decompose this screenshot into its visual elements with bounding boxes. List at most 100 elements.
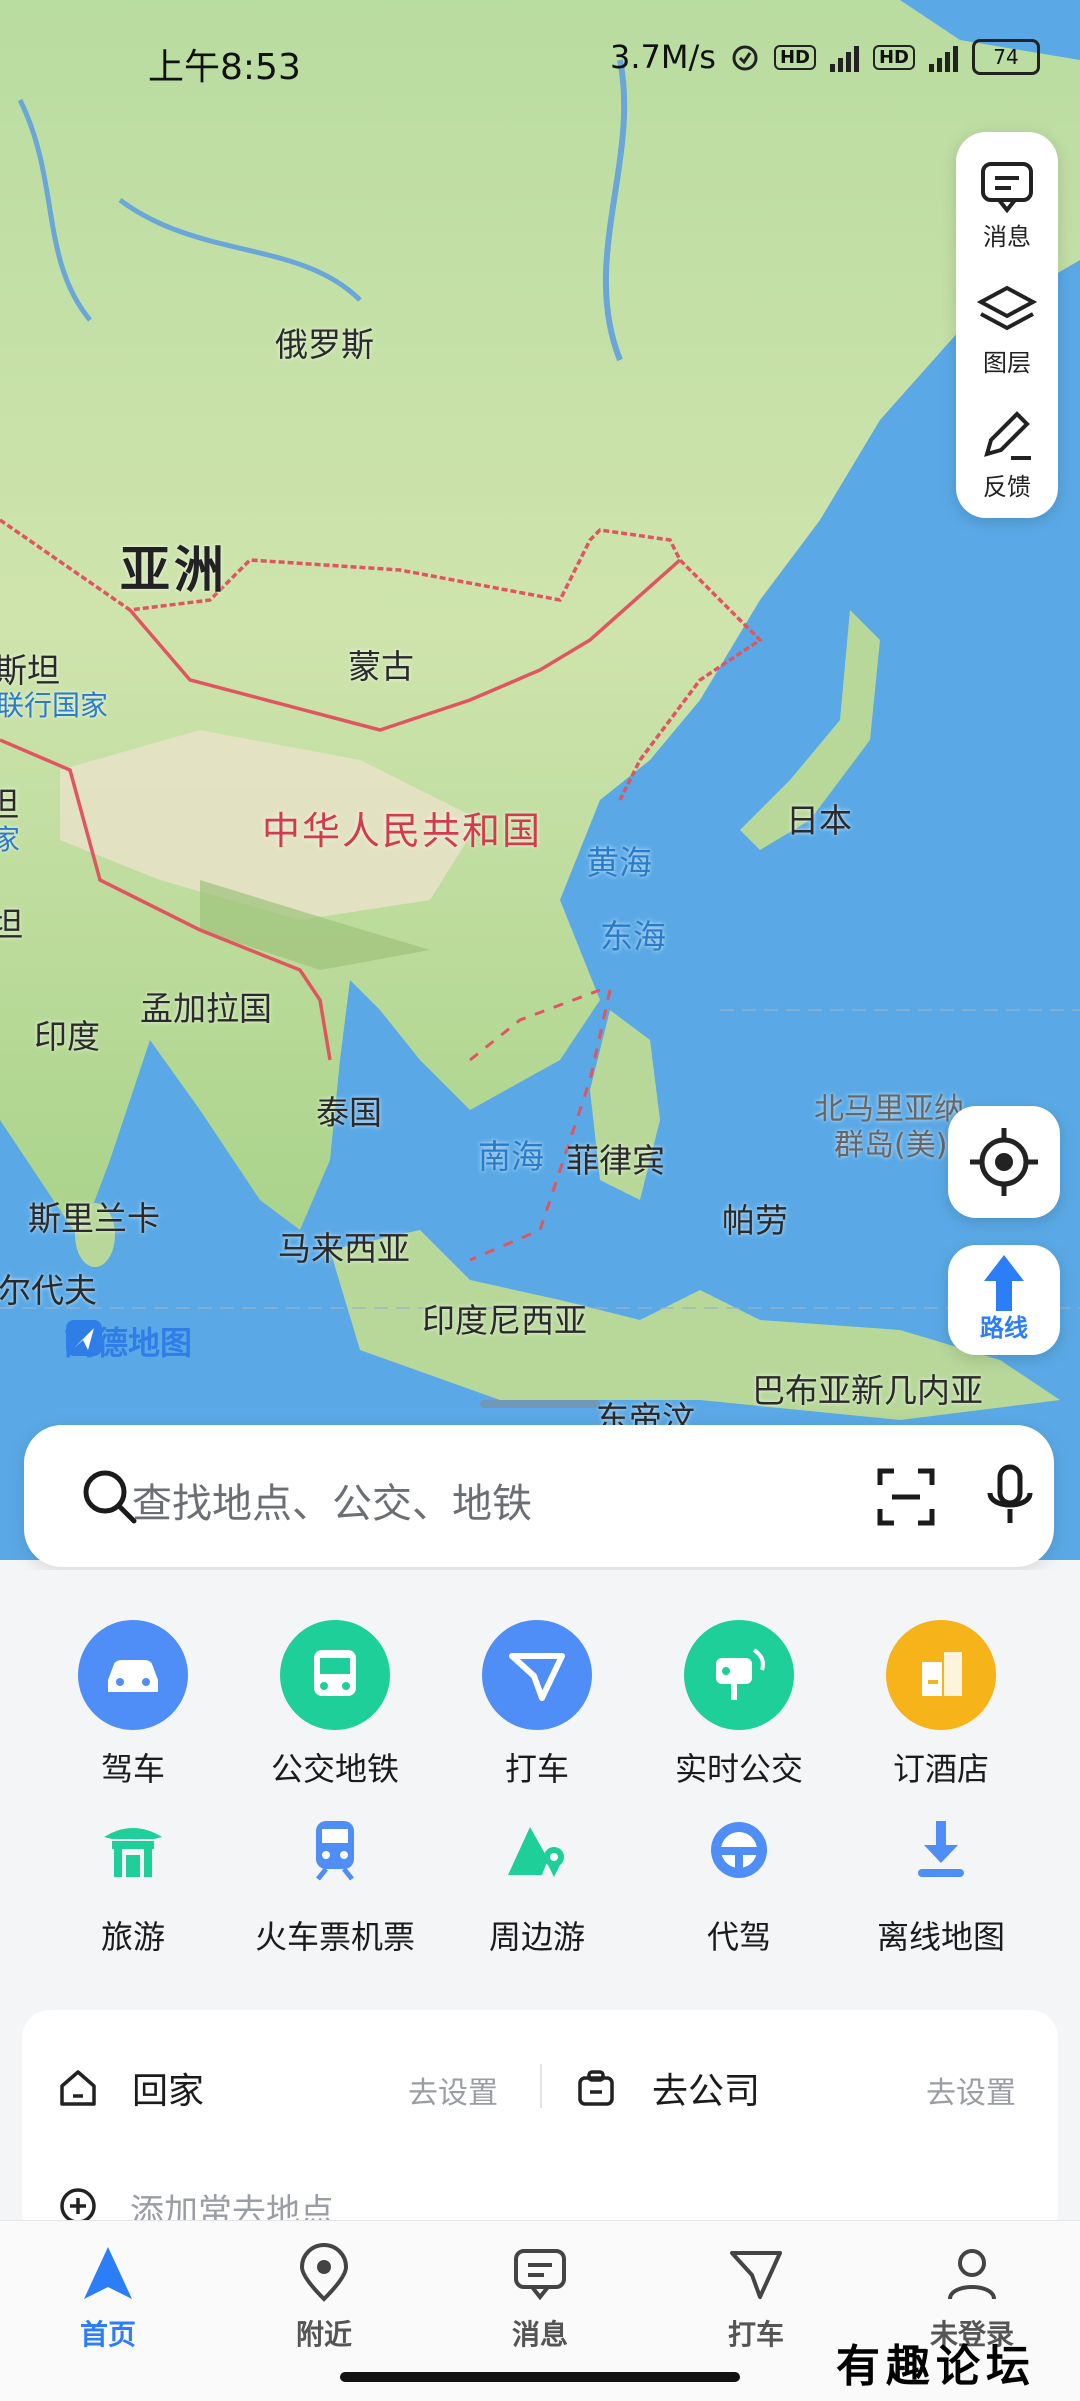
map-label-asia: 亚洲 [120,541,228,599]
tab-taxi-label: 打车 [727,2318,784,2351]
drag-handle[interactable] [480,1400,600,1408]
map-label-papua: 巴布亚新几内亚 [752,1371,983,1410]
home-icon [60,2070,96,2106]
service-hotel-label: 订酒店 [892,1750,989,1788]
map-label-stan-sub: 联行国家 [0,689,109,722]
map-label-east-sea: 东海 [600,917,666,956]
service-nearby-trip[interactable]: 周边游 [436,1810,638,1958]
service-drive[interactable]: 驾车 [32,1620,234,1790]
service-taxi[interactable]: 打车 [436,1620,638,1790]
download-icon [901,1810,981,1890]
navigation-arrow-icon [84,2247,132,2299]
search-input[interactable]: 查找地点、公交、地铁 [132,1471,532,1529]
home-shortcut[interactable]: 回家 [132,2062,204,2114]
car-icon [78,1620,188,1730]
map-label-russia: 俄罗斯 [275,325,374,364]
mountain-pin-icon [497,1810,577,1890]
service-bus-subway-label: 公交地铁 [270,1750,399,1788]
watermark: 有趣论坛 [836,2341,1036,2392]
service-offline-map[interactable]: 离线地图 [840,1810,1042,1958]
messages-tool-label: 消息 [983,223,1031,251]
hotel-icon [886,1620,996,1730]
message-icon [981,162,1033,214]
route-button[interactable]: 路线 [948,1245,1060,1355]
map-label-yellow-sea: 黄海 [586,843,652,882]
service-bus-subway[interactable]: 公交地铁 [234,1620,436,1790]
service-nearby-trip-label: 周边游 [488,1918,585,1956]
locate-button[interactable] [948,1106,1060,1218]
signal-1-icon [829,42,859,72]
service-travel[interactable]: 旅游 [32,1810,234,1958]
company-setup-link[interactable]: 去设置 [926,2068,1016,2112]
map-label-maldives: 尔代夫 [0,1271,97,1310]
alarm-icon [732,45,758,71]
service-realtime-bus-label: 实时公交 [674,1750,803,1788]
service-drive-label: 驾车 [100,1750,165,1788]
services-row-1: 驾车 公交地铁 打车 实时公交 订酒店 [0,1620,1080,1790]
locate-icon [970,1128,1038,1196]
map-label-stan3: 坦 [0,905,23,944]
tab-taxi[interactable]: 打车 [686,2243,826,2353]
signal-2-icon [929,42,958,72]
hd-badge-2: HD [872,44,915,70]
map-label-indonesia: 印度尼西亚 [422,1301,587,1340]
services-row-2: 旅游 火车票机票 周边游 代驾 离线地图 [0,1810,1080,1958]
bus-icon [280,1620,390,1730]
taxi-icon [730,2251,782,2299]
map-label-malaysia: 马来西亚 [278,1229,410,1268]
service-travel-label: 旅游 [100,1918,165,1956]
map-label-china: 中华人民共和国 [262,809,543,853]
map-label-palau: 帕劳 [722,1201,788,1240]
map-label-south-sea: 南海 [478,1137,544,1176]
tab-messages-label: 消息 [511,2318,568,2351]
tab-home[interactable]: 首页 [38,2243,178,2353]
divider [540,2064,542,2108]
feedback-tool[interactable]: 反馈 [956,390,1058,510]
tab-home-label: 首页 [79,2318,136,2351]
taxi-icon [482,1620,592,1730]
message-icon [514,2249,566,2301]
map-label-mongolia: 蒙古 [348,647,414,686]
map-view[interactable]: 俄罗斯 亚洲 蒙古 中华人民共和国 黄海 东海 日本 北马里亚纳 群岛(美) 南… [0,0,1080,1560]
microphone-icon[interactable] [980,1463,1040,1529]
map-label-bangladesh: 孟加拉国 [140,989,272,1028]
hd-badge-1: HD [773,44,816,70]
scan-icon[interactable] [876,1467,936,1527]
status-icons: 3.7M/s HD HD 74 [610,38,1040,76]
map-label-north-mariana-2: 群岛(美) [834,1128,948,1163]
map-label-stan2-sub: 家 [0,823,21,856]
service-realtime-bus[interactable]: 实时公交 [638,1620,840,1790]
train-icon [295,1810,375,1890]
briefcase-icon [578,2070,614,2106]
user-icon [948,2249,996,2300]
tab-nearby[interactable]: 附近 [254,2243,394,2353]
tab-messages[interactable]: 消息 [470,2243,610,2353]
service-designated-driver-label: 代驾 [706,1918,771,1956]
location-pin-icon [299,2243,349,2302]
amap-logo: 高德地图 [64,1318,192,1364]
map-label-philippines: 菲律宾 [566,1141,665,1180]
map-label-japan: 日本 [786,801,852,840]
service-tickets[interactable]: 火车票机票 [234,1810,436,1958]
home-indicator[interactable] [340,2372,740,2382]
search-bar[interactable]: 查找地点、公交、地铁 [24,1425,1054,1567]
service-taxi-label: 打车 [504,1750,569,1788]
pencil-icon [984,411,1031,460]
service-hotel[interactable]: 订酒店 [840,1620,1042,1790]
tab-nearby-label: 附近 [295,2318,352,2351]
company-shortcut[interactable]: 去公司 [652,2062,760,2114]
messages-tool[interactable]: 消息 [956,140,1058,260]
map-label-sri-lanka: 斯里兰卡 [28,1199,160,1238]
service-offline-map-label: 离线地图 [876,1918,1005,1956]
map-label-thailand: 泰国 [316,1093,382,1132]
map-label-india: 印度 [34,1017,100,1056]
service-tickets-label: 火车票机票 [254,1918,415,1956]
status-time: 上午8:53 [148,47,301,88]
layers-tool[interactable]: 图层 [956,266,1058,386]
home-setup-link[interactable]: 去设置 [408,2068,498,2112]
pavilion-icon [93,1810,173,1890]
realtime-bus-icon [684,1620,794,1730]
service-designated-driver[interactable]: 代驾 [638,1810,840,1958]
feedback-tool-label: 反馈 [983,473,1031,501]
status-bar: 上午8:53 3.7M/s HD HD 74 [0,0,1080,120]
